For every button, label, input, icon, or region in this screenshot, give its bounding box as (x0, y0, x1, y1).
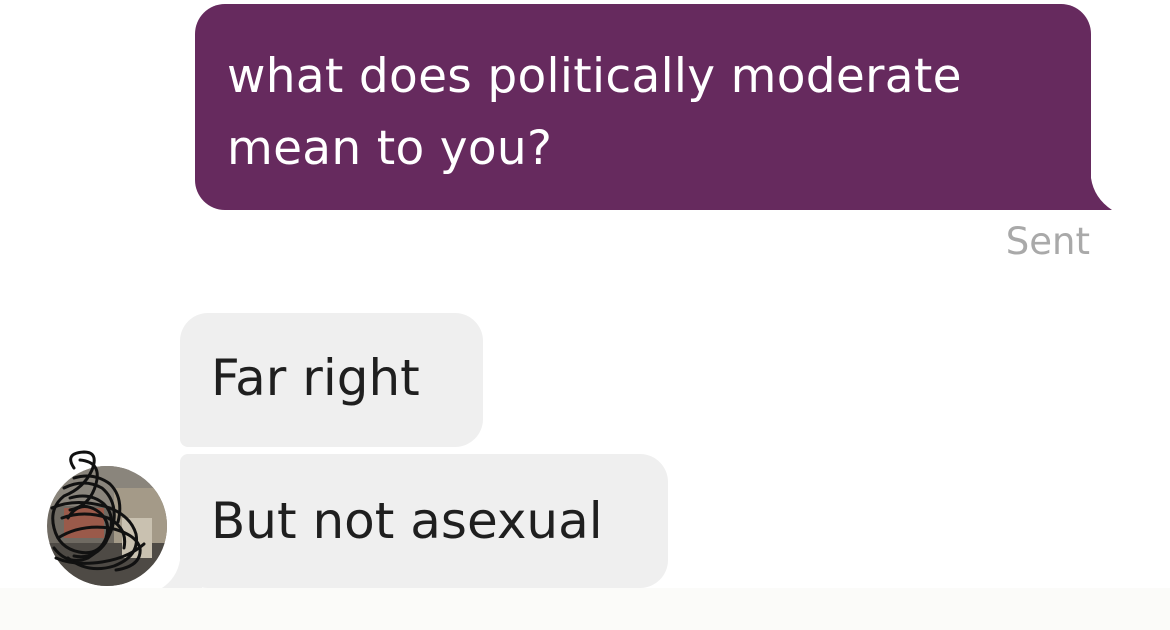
sent-message-text: what does politically moderate mean to y… (227, 49, 962, 176)
received-message-bubble[interactable]: Far right (180, 313, 483, 447)
message-thread: what does politically moderate mean to y… (0, 0, 1170, 630)
scribbled-avatar-icon[interactable] (44, 448, 170, 588)
received-message-text: But not asexual (211, 492, 603, 550)
message-status: Sent (1005, 220, 1090, 263)
received-message-text: Far right (211, 349, 420, 407)
composer-area-edge (0, 588, 1170, 630)
sent-bubble-tail (1068, 158, 1112, 210)
received-message-bubble[interactable]: But not asexual (180, 454, 668, 588)
sent-message-bubble[interactable]: what does politically moderate mean to y… (195, 4, 1091, 210)
